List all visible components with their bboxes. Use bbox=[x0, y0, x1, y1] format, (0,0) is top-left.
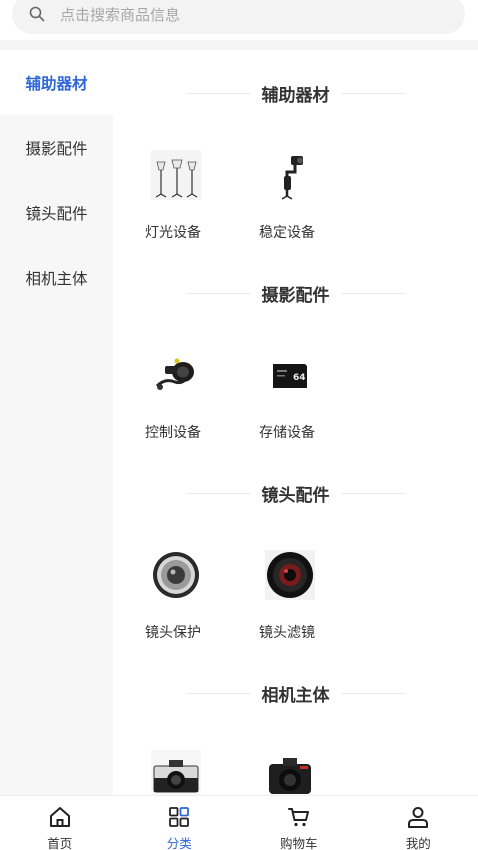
section-title-text: 摄影配件 bbox=[261, 285, 330, 306]
search-placeholder: 点击搜索商品信息 bbox=[60, 5, 181, 24]
section-title-text: 镜头配件 bbox=[261, 485, 330, 506]
category-item-lens-filter[interactable]: 镜头滤镜 bbox=[245, 550, 359, 642]
item-label: 存储设备 bbox=[259, 425, 315, 441]
section-title-text: 相机主体 bbox=[261, 685, 330, 706]
sidebar-item-label: 摄影配件 bbox=[25, 139, 88, 158]
section-photo-accessories: 摄影配件 控制设备 64 存储设备 bbox=[113, 250, 478, 450]
sd-card-image: 64 bbox=[265, 350, 315, 400]
search-bar: 点击搜索商品信息 bbox=[0, 0, 478, 40]
title-line-right bbox=[341, 292, 406, 294]
tab-category[interactable]: 分类 bbox=[120, 796, 240, 850]
film-camera-image bbox=[151, 750, 201, 795]
item-grid: 镜头保护 镜头滤镜 bbox=[131, 550, 359, 642]
dslr-camera-image bbox=[265, 750, 315, 795]
category-item-film-camera[interactable] bbox=[131, 750, 245, 795]
bottom-tabbar: 首页 分类 购物车 我的 bbox=[0, 795, 478, 850]
section-title: 摄影配件 bbox=[113, 278, 478, 308]
tab-label: 分类 bbox=[166, 836, 192, 850]
lighting-kit-image bbox=[151, 150, 201, 200]
search-icon bbox=[28, 5, 46, 23]
home-icon bbox=[47, 805, 73, 829]
cart-icon bbox=[286, 805, 312, 829]
title-line-left bbox=[185, 692, 250, 694]
sidebar-item-auxiliary[interactable]: 辅助器材 bbox=[0, 50, 113, 115]
sidebar-item-photo-accessories[interactable]: 摄影配件 bbox=[0, 115, 113, 180]
sidebar-item-label: 辅助器材 bbox=[25, 74, 88, 93]
category-item-lighting[interactable]: 灯光设备 bbox=[131, 150, 245, 242]
section-camera-body: 相机主体 bbox=[113, 650, 478, 795]
title-line-left bbox=[185, 492, 250, 494]
tab-cart[interactable]: 购物车 bbox=[239, 796, 359, 850]
sidebar-item-label: 镜头配件 bbox=[25, 204, 88, 223]
item-grid bbox=[131, 750, 359, 795]
title-line-right bbox=[341, 692, 406, 694]
lens-filter-image bbox=[265, 550, 315, 600]
category-item-lens-protector[interactable]: 镜头保护 bbox=[131, 550, 245, 642]
gimbal-stabilizer-image bbox=[265, 150, 315, 200]
tab-home[interactable]: 首页 bbox=[0, 796, 120, 850]
item-label: 灯光设备 bbox=[145, 225, 201, 241]
sidebar-item-camera-body[interactable]: 相机主体 bbox=[0, 245, 113, 310]
tab-label: 首页 bbox=[47, 836, 73, 850]
sd-card-capacity: 64 bbox=[293, 373, 306, 383]
section-title: 相机主体 bbox=[113, 678, 478, 708]
title-line-left bbox=[185, 92, 250, 94]
lens-protector-image bbox=[151, 550, 201, 600]
title-line-right bbox=[341, 492, 406, 494]
item-label: 控制设备 bbox=[145, 425, 201, 441]
item-grid: 控制设备 64 存储设备 bbox=[131, 350, 359, 442]
tab-label: 购物车 bbox=[279, 836, 318, 850]
category-item-storage[interactable]: 64 存储设备 bbox=[245, 350, 359, 442]
tab-label: 我的 bbox=[405, 836, 431, 850]
section-lens-accessories: 镜头配件 镜头保护 镜头滤镜 bbox=[113, 450, 478, 650]
item-label: 稳定设备 bbox=[259, 225, 315, 241]
title-line-left bbox=[185, 292, 250, 294]
category-item-stabilizer[interactable]: 稳定设备 bbox=[245, 150, 359, 242]
section-title: 辅助器材 bbox=[113, 78, 478, 108]
item-label: 镜头保护 bbox=[145, 625, 201, 641]
divider bbox=[0, 40, 478, 50]
tab-profile[interactable]: 我的 bbox=[359, 796, 478, 850]
category-icon bbox=[166, 805, 192, 829]
category-item-control[interactable]: 控制设备 bbox=[131, 350, 245, 442]
title-line-right bbox=[341, 92, 406, 94]
section-title-text: 辅助器材 bbox=[261, 85, 330, 106]
item-label: 镜头滤镜 bbox=[259, 625, 315, 641]
section-title: 镜头配件 bbox=[113, 478, 478, 508]
user-icon bbox=[405, 805, 431, 829]
category-sidebar: 辅助器材 摄影配件 镜头配件 相机主体 bbox=[0, 50, 113, 795]
sidebar-item-lens-accessories[interactable]: 镜头配件 bbox=[0, 180, 113, 245]
category-content: 辅助器材 灯光设备 稳定设备 摄影配件 控制设备 64 存储设备 镜头配件 镜头… bbox=[113, 50, 478, 795]
sidebar-item-label: 相机主体 bbox=[25, 269, 88, 288]
item-grid: 灯光设备 稳定设备 bbox=[131, 150, 359, 242]
section-auxiliary: 辅助器材 灯光设备 稳定设备 bbox=[113, 50, 478, 250]
category-item-dslr[interactable] bbox=[245, 750, 359, 795]
search-input[interactable]: 点击搜索商品信息 bbox=[12, 0, 465, 34]
follow-focus-image bbox=[151, 350, 201, 400]
category-page: 点击搜索商品信息 辅助器材 摄影配件 镜头配件 相机主体 辅助器材 灯光设备 稳… bbox=[0, 0, 478, 850]
